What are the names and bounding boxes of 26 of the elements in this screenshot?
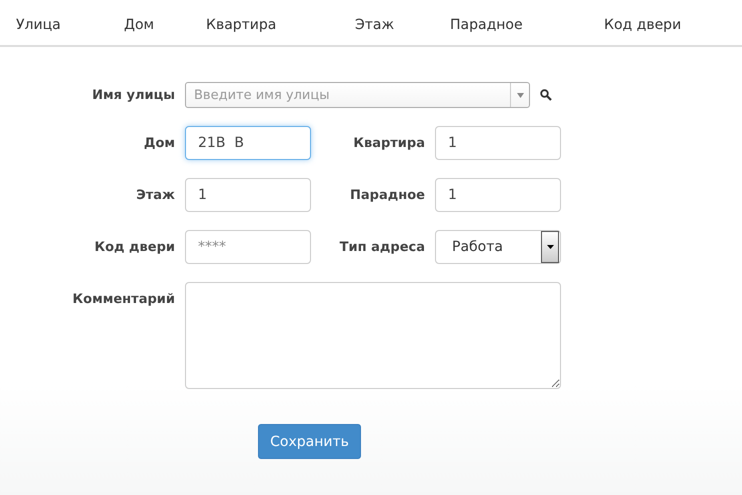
column-header: Улица <box>16 17 62 35</box>
field-label: Этаж <box>135 188 175 202</box>
field-label: Дом <box>142 136 175 150</box>
input-field[interactable]: 21В В <box>185 126 311 160</box>
field-label: Тип адреса <box>338 240 425 254</box>
column-header: Квартира <box>206 17 278 35</box>
column-header: Этаж <box>355 17 396 35</box>
input-field[interactable]: 1 <box>435 126 561 160</box>
input-field[interactable]: **** <box>185 230 311 264</box>
column-header: Код двери <box>604 17 682 35</box>
address-type-select[interactable]: Работа <box>435 230 561 264</box>
dropdown-arrow-icon <box>546 245 554 249</box>
input-field[interactable]: 1 <box>435 178 561 212</box>
street-combobox[interactable]: Введите имя улицы <box>185 82 530 108</box>
column-header: Парадное <box>450 17 524 35</box>
save-button[interactable]: Сохранить <box>258 424 361 459</box>
input-field[interactable]: 1 <box>185 178 311 212</box>
field-label: Комментарий <box>72 291 175 307</box>
field-label: Квартира <box>352 136 425 150</box>
dropdown-arrow-icon <box>516 92 524 98</box>
column-header: Дом <box>124 17 156 35</box>
field-label: Имя улицы <box>91 88 175 102</box>
search-icon[interactable] <box>540 89 552 101</box>
comment-field[interactable] <box>185 282 561 389</box>
field-label: Код двери <box>93 240 175 254</box>
field-label: Парадное <box>349 188 425 202</box>
